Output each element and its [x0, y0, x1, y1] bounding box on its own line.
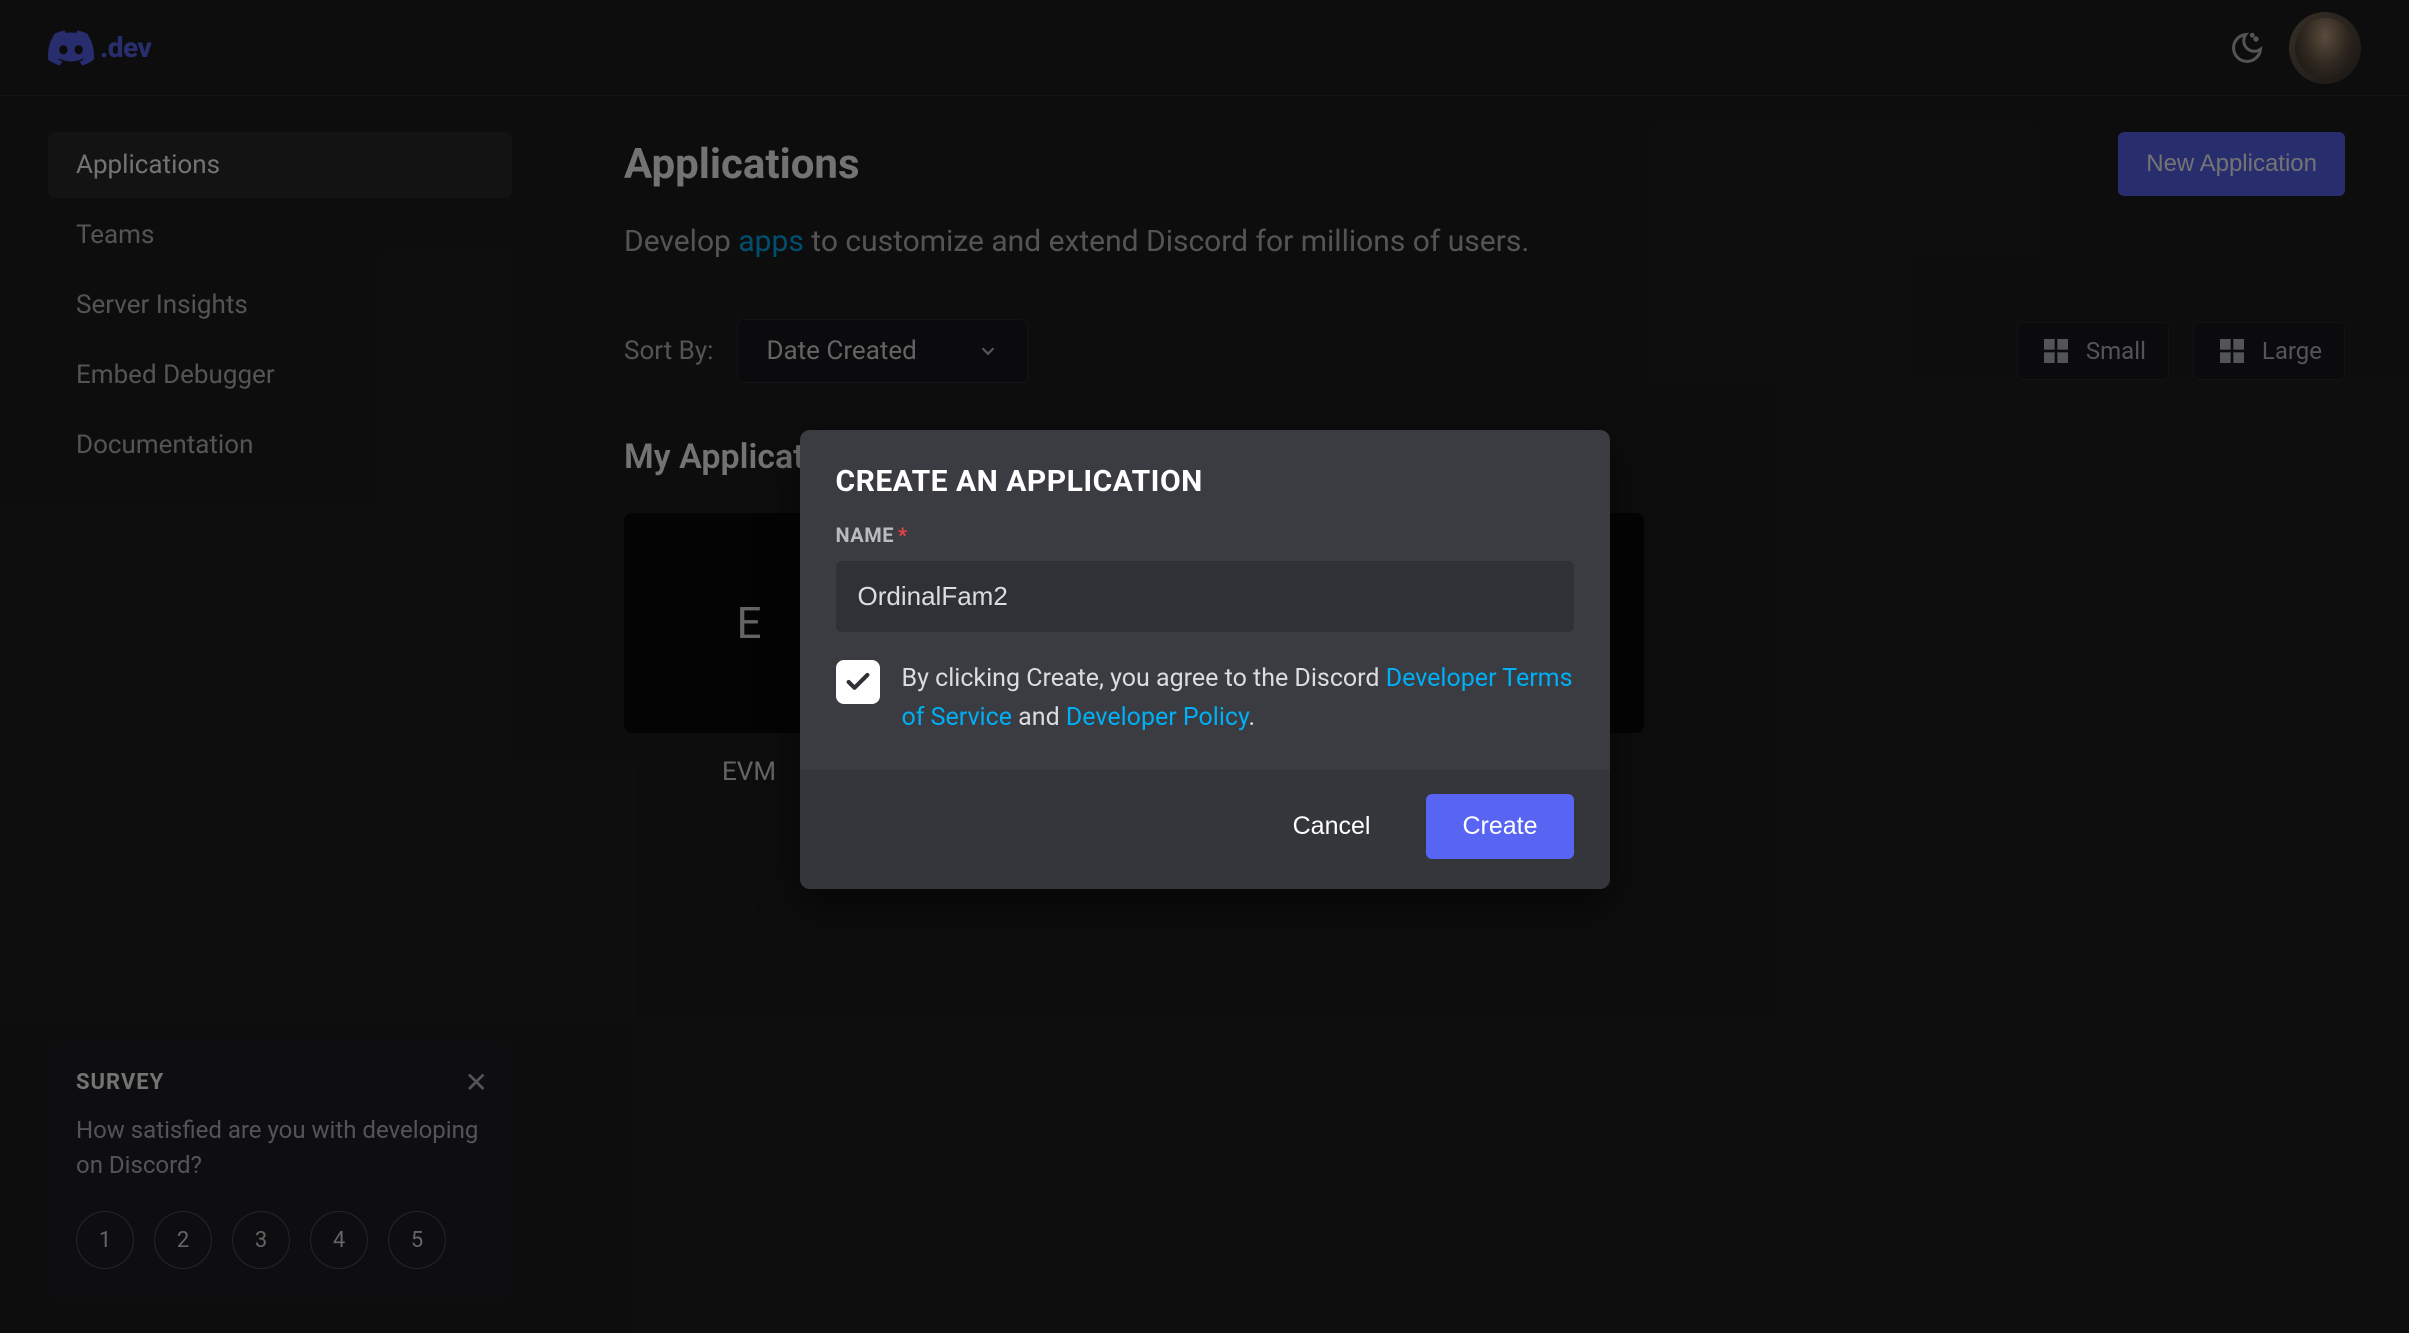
terms-text: By clicking Create, you agree to the Dis… — [902, 660, 1574, 738]
terms-checkbox[interactable] — [836, 660, 880, 704]
developer-policy-link[interactable]: Developer Policy — [1066, 703, 1249, 732]
modal-title: CREATE AN APPLICATION — [836, 464, 1574, 499]
cancel-button[interactable]: Cancel — [1257, 794, 1407, 859]
create-button[interactable]: Create — [1426, 794, 1573, 859]
create-application-modal: CREATE AN APPLICATION NAME* By clicking … — [800, 430, 1610, 889]
name-field-label: NAME* — [836, 523, 1574, 547]
name-input[interactable] — [836, 561, 1574, 632]
check-icon — [844, 668, 872, 696]
